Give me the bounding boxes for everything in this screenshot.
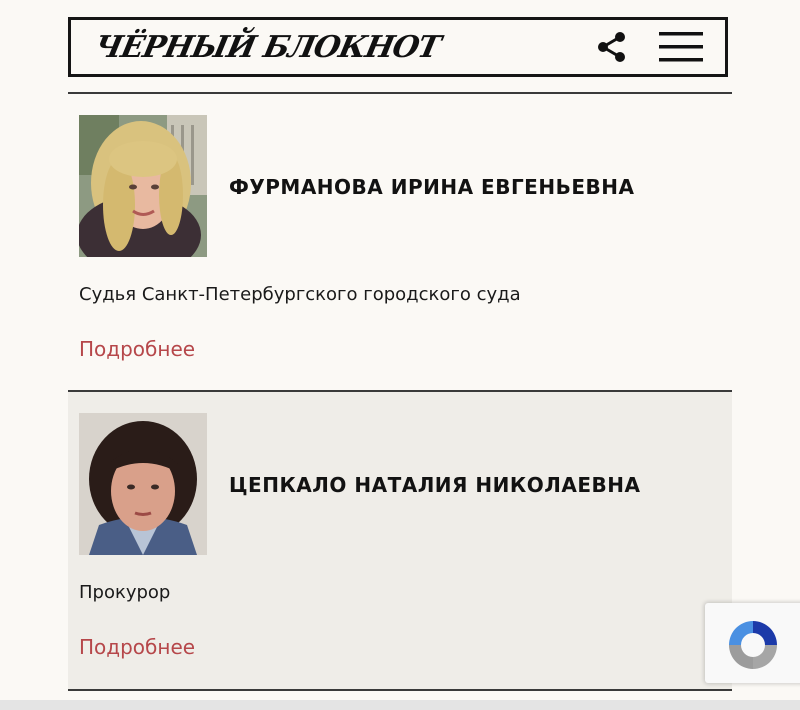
recaptcha-badge[interactable] (705, 603, 800, 683)
person-role: Судья Санкт-Петербургского городского су… (79, 284, 521, 305)
hamburger-menu-icon[interactable] (659, 30, 703, 64)
person-name: ФУРМАНОВА ИРИНА ЕВГЕНЬЕВНА (229, 175, 635, 199)
header-actions (595, 30, 703, 64)
site-logo[interactable]: ЧЁРНЫЙ БЛОКНОТ (91, 30, 443, 65)
person-card: ФУРМАНОВА ИРИНА ЕВГЕНЬЕВНА Судья Санкт-П… (68, 94, 732, 390)
person-name: ЦЕПКАЛО НАТАЛИЯ НИКОЛАЕВНА (229, 473, 641, 497)
card-divider (68, 689, 732, 691)
site-header: ЧЁРНЫЙ БЛОКНОТ (68, 17, 728, 77)
person-card: ЦЕПКАЛО НАТАЛИЯ НИКОЛАЕВНА Прокурор Подр… (68, 392, 732, 689)
more-link[interactable]: Подробнее (79, 635, 195, 659)
more-link[interactable]: Подробнее (79, 337, 195, 361)
person-photo[interactable] (79, 115, 207, 257)
person-role: Прокурор (79, 582, 171, 603)
bottom-bar (0, 700, 800, 710)
share-icon[interactable] (595, 30, 629, 64)
person-photo[interactable] (79, 413, 207, 555)
recaptcha-icon (725, 617, 781, 677)
